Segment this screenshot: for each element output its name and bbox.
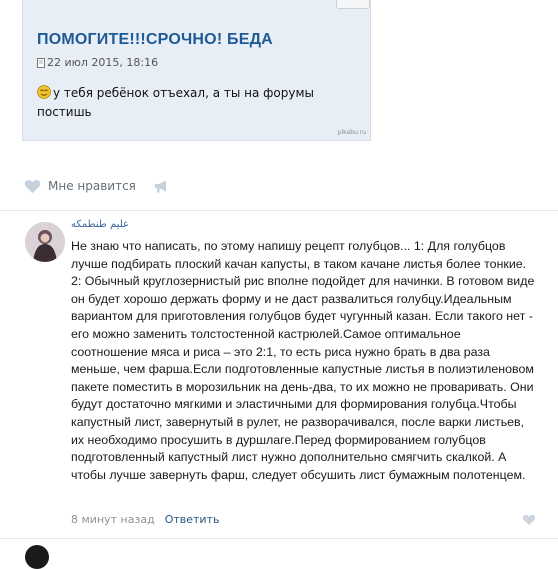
comment-author[interactable]: عليم طنطمكه <box>71 219 129 230</box>
heart-icon[interactable] <box>522 514 536 526</box>
divider <box>0 210 558 211</box>
post-actions: Мне нравится <box>24 177 169 195</box>
like-button[interactable]: Мне нравится <box>48 179 136 193</box>
embed-date-row: 22 июл 2015, 18:16 <box>37 56 158 69</box>
megaphone-icon[interactable] <box>154 180 169 193</box>
embedded-image[interactable]: ПОМОГИТЕ!!!СРОЧНО! БЕДА 22 июл 2015, 18:… <box>22 0 371 141</box>
comment-paragraph: Не знаю что написать, по этому напишу ре… <box>71 239 535 482</box>
embed-top-button <box>336 0 370 9</box>
avatar[interactable] <box>25 545 49 569</box>
avatar[interactable] <box>25 222 65 262</box>
embed-date: 22 июл 2015, 18:16 <box>47 56 159 69</box>
smiley-icon <box>37 85 51 99</box>
embed-title: ПОМОГИТЕ!!!СРОЧНО! БЕДА <box>37 31 273 48</box>
embed-message: у тебя ребёнок отъехал, а ты на форумы п… <box>37 86 315 119</box>
divider <box>0 538 558 539</box>
watermark: pikabu.ru <box>337 129 366 136</box>
embed-message-row: у тебя ребёнок отъехал, а ты на форумы п… <box>37 84 337 122</box>
comment-meta: 8 минут назад Ответить <box>71 513 219 526</box>
comment-time[interactable]: 8 минут назад <box>71 513 155 526</box>
comment-text: Не знаю что написать, по этому напишу ре… <box>71 238 536 484</box>
reply-button[interactable]: Ответить <box>165 513 220 526</box>
document-icon <box>37 57 45 68</box>
heart-icon[interactable] <box>24 179 41 194</box>
avatar-image <box>25 222 65 262</box>
